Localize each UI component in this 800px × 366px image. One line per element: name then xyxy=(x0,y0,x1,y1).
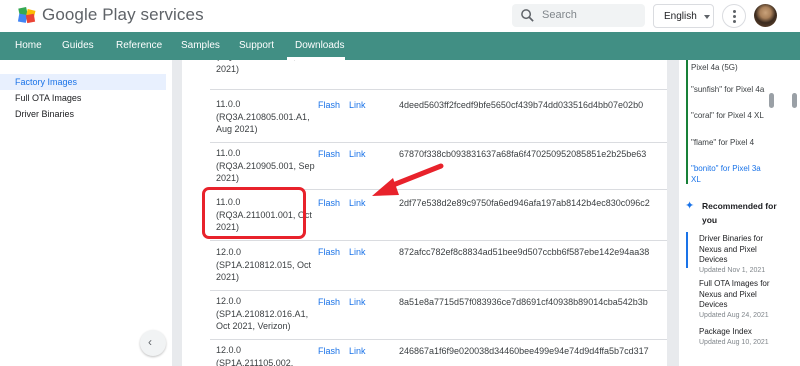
checksum-cell: 246867a1f6f9e020038d34460bee499e94e74d9d… xyxy=(399,346,649,356)
recommended-item[interactable]: Full OTA Images for Nexus and Pixel Devi… xyxy=(699,279,779,319)
page-scrollbar[interactable] xyxy=(792,93,797,108)
tab-guides[interactable]: Guides xyxy=(62,40,94,51)
recommended-title: Recommended for you xyxy=(702,201,777,225)
caret-down-icon xyxy=(704,15,710,19)
more-options-button[interactable] xyxy=(722,4,746,28)
checksum-cell: 67870f338cb093831637a68fa6f4702509520858… xyxy=(399,149,647,159)
right-column-scrollbar[interactable] xyxy=(769,93,774,108)
version-cell: 12.0.0 (SP1A.210812.015, Oct 2021) xyxy=(216,247,312,282)
search-placeholder: Search xyxy=(542,9,577,21)
sidebar-item-driver-binaries[interactable]: Driver Binaries xyxy=(0,106,166,122)
table-row: 11.0.0 (RQ3A.210905.001, Sep 2021) Flash… xyxy=(210,142,667,189)
brand-title[interactable]: Google Play services xyxy=(42,5,204,25)
chevron-left-icon: ‹ xyxy=(148,335,152,349)
table-row: 11.0.0 (RQ3A.210805.001.A1, Aug 2021) Fl… xyxy=(210,89,667,142)
toc-item-active[interactable]: "bonito" for Pixel 3a XL xyxy=(691,163,771,185)
recommended-accent-bar xyxy=(686,232,688,268)
highlight-box xyxy=(202,187,306,239)
search-box[interactable]: Search xyxy=(512,4,645,27)
flash-link[interactable]: Flash xyxy=(318,100,340,110)
download-link[interactable]: Link xyxy=(349,149,366,159)
sidebar-item-factory-images[interactable]: Factory Images xyxy=(0,74,166,90)
version-cell: 12.0.0 (SP1A.210812.016.A1, Oct 2021, Ve… xyxy=(216,296,309,331)
flash-link[interactable]: Flash xyxy=(318,198,340,208)
toc-item[interactable]: "flame" for Pixel 4 xyxy=(691,137,771,148)
collapse-sidebar-button[interactable]: ‹ xyxy=(140,330,166,356)
version-cell: 11.0.0 (RQ3A.210805.001.A1, Aug 2021) xyxy=(216,99,310,134)
download-link[interactable]: Link xyxy=(349,247,366,257)
play-services-logo-icon[interactable] xyxy=(15,4,39,28)
flash-link[interactable]: Flash xyxy=(318,247,340,257)
sparkle-icon: ✦ xyxy=(685,200,695,212)
checksum-cell: 4deed5603ff2fcedf9bfe5650cf439b74dd03351… xyxy=(399,100,644,110)
table-row: (RQ3A.210705.001, Jul 2021) xyxy=(210,60,667,84)
download-link[interactable]: Link xyxy=(349,346,366,356)
avatar[interactable] xyxy=(754,4,777,27)
checksum-cell: 8a51e8a7715d57f083936ce7d8691cf40938b890… xyxy=(399,297,648,307)
recommended-item-updated: Updated Nov 1, 2021 xyxy=(699,266,766,274)
tab-reference[interactable]: Reference xyxy=(116,40,162,51)
language-select[interactable]: English xyxy=(653,4,714,28)
language-label: English xyxy=(664,11,697,22)
recommended-item-updated: Updated Aug 24, 2021 xyxy=(699,311,769,319)
toc-item[interactable]: Pixel 4a (5G) xyxy=(691,62,771,78)
recommended-item-updated: Updated Aug 10, 2021 xyxy=(699,338,769,346)
recommended-item-title[interactable]: Driver Binaries for Nexus and Pixel Devi… xyxy=(699,234,779,266)
content-gutter-right xyxy=(667,60,679,366)
flash-link[interactable]: Flash xyxy=(318,297,340,307)
checksum-cell: 2df77e538d2e89c9750fa6ed946afa197ab8142b… xyxy=(399,198,650,208)
recommended-item-title[interactable]: Full OTA Images for Nexus and Pixel Devi… xyxy=(699,279,779,311)
version-cell: 12.0.0 (SP1A.211105.002, xyxy=(216,345,294,366)
version-cell: (RQ3A.210705.001, Jul 2021) xyxy=(216,60,310,74)
content-gutter-left xyxy=(172,60,182,366)
download-link[interactable]: Link xyxy=(349,100,366,110)
toc-active-bar xyxy=(686,60,688,184)
toc-item[interactable]: "coral" for Pixel 4 XL xyxy=(691,110,771,121)
table-row: 12.0.0 (SP1A.210812.016.A1, Oct 2021, Ve… xyxy=(210,290,667,339)
tab-samples[interactable]: Samples xyxy=(181,40,220,51)
checksum-cell: 872afcc782ef8c8834ad51bee9d507ccbb6f587e… xyxy=(399,247,650,257)
version-cell: 11.0.0 (RQ3A.210905.001, Sep 2021) xyxy=(216,148,315,183)
sidebar-item-full-ota-images[interactable]: Full OTA Images xyxy=(0,90,166,106)
tab-home[interactable]: Home xyxy=(15,40,42,51)
recommended-item[interactable]: Package Index Updated Aug 10, 2021 xyxy=(699,327,779,346)
recommended-item[interactable]: Driver Binaries for Nexus and Pixel Devi… xyxy=(699,234,779,274)
more-vert-icon xyxy=(733,10,736,13)
search-icon xyxy=(521,9,534,22)
tab-downloads[interactable]: Downloads xyxy=(295,40,344,51)
flash-link[interactable]: Flash xyxy=(318,346,340,356)
table-row: 12.0.0 (SP1A.210812.015, Oct 2021) Flash… xyxy=(210,240,667,290)
top-nav: Home Guides Reference Samples Support Do… xyxy=(0,32,800,60)
table-row: 12.0.0 (SP1A.211105.002, Flash Link 2468… xyxy=(210,339,667,366)
left-sidebar: Factory Images Full OTA Images Driver Bi… xyxy=(0,60,172,366)
download-link[interactable]: Link xyxy=(349,297,366,307)
recommended-item-title[interactable]: Package Index xyxy=(699,327,779,338)
flash-link[interactable]: Flash xyxy=(318,149,340,159)
tab-support[interactable]: Support xyxy=(239,40,274,51)
top-header: Google Play services Search English xyxy=(0,0,800,32)
toc-item[interactable]: "sunfish" for Pixel 4a xyxy=(691,84,771,95)
download-link[interactable]: Link xyxy=(349,198,366,208)
